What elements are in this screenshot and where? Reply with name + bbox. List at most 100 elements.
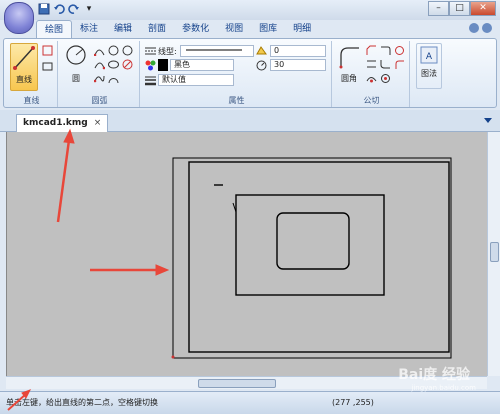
extend-icon[interactable] [366, 59, 377, 70]
color-swatch [158, 59, 168, 71]
horizontal-scroll-thumb[interactable] [198, 379, 276, 388]
help-icon[interactable] [469, 23, 479, 33]
circle-icon [66, 45, 86, 65]
line-group: 直线 直线 [6, 41, 58, 107]
line-group-label: 直线 [23, 96, 40, 105]
arc-icon[interactable] [94, 45, 105, 56]
tab-library[interactable]: 图库 [251, 20, 285, 38]
undo-icon[interactable] [53, 3, 65, 15]
line-button[interactable]: 直线 [10, 43, 38, 91]
tab-parametric[interactable]: 参数化 [174, 20, 217, 38]
trim-icon[interactable] [394, 59, 405, 70]
circle-button[interactable]: 圆 [62, 43, 90, 91]
fillet-button-label: 圆角 [341, 74, 357, 83]
fillet-icon [339, 47, 359, 69]
vertical-scroll-thumb[interactable] [490, 242, 499, 262]
cursor-coordinates: (277 ,255) [332, 398, 374, 407]
chamfer-icon[interactable] [366, 45, 377, 56]
save-icon[interactable] [38, 3, 50, 15]
color-value: 黑色 [174, 60, 190, 69]
solid-line-preview [186, 49, 242, 51]
polyline-icon[interactable] [42, 45, 53, 56]
status-message: 单击左键，给出直线的第二点，空格键切换 [6, 398, 158, 407]
bridge-icon[interactable] [366, 73, 377, 84]
middle-rect [235, 194, 385, 296]
drawing-method-group: A 图法 [412, 41, 448, 107]
line-button-label: 直线 [16, 75, 32, 84]
application-button[interactable] [4, 2, 34, 34]
line-icon [13, 46, 35, 70]
origin-marker [171, 355, 175, 359]
fillet-chain-icon[interactable] [380, 59, 391, 70]
tab-section[interactable]: 剖面 [140, 20, 174, 38]
tab-edit[interactable]: 编辑 [106, 20, 140, 38]
spline-icon[interactable] [94, 73, 105, 84]
watermark-logo: Bai度 经验 [398, 367, 470, 383]
width-input[interactable]: 30 [270, 59, 326, 71]
color-palette-icon [145, 60, 156, 71]
width-value: 30 [274, 60, 285, 69]
ellipse-icon[interactable] [108, 59, 119, 70]
drawing-method-label: 图法 [421, 69, 437, 78]
tab-dropdown-icon[interactable] [484, 118, 492, 124]
maximize-button[interactable]: □ [449, 1, 470, 16]
rounded-rect [276, 212, 350, 270]
close-document-icon[interactable]: × [94, 115, 102, 132]
tab-view[interactable]: 视图 [217, 20, 251, 38]
gauge-icon [256, 60, 267, 71]
drawing-method-button[interactable]: A 图法 [416, 43, 442, 89]
tangent-line-icon[interactable] [380, 45, 391, 56]
properties-group: 线型: 黑色 默认值 0 30 属性 [142, 41, 332, 107]
linetype-icon [145, 47, 156, 55]
quick-access-toolbar: ▾ [38, 3, 95, 17]
tangent-circle-icon[interactable] [394, 45, 405, 56]
ribbon-tabs: 绘图 标注 编辑 剖面 参数化 视图 图库 明细 [36, 20, 319, 38]
document-tabs: kmcad1.kmg × [0, 110, 500, 132]
window-controls: – □ ✕ [428, 1, 496, 16]
properties-group-label: 属性 [228, 96, 245, 105]
arc-group-label: 圆弧 [91, 96, 108, 105]
layer-icon [256, 46, 267, 55]
customize-toolbar-icon[interactable]: ▾ [83, 3, 95, 15]
close-button[interactable]: ✕ [470, 1, 496, 16]
vertical-scrollbar[interactable] [487, 132, 500, 376]
drawing-method-icon: A [420, 46, 438, 64]
redo-icon[interactable] [68, 3, 80, 15]
status-bar: 单击左键，给出直线的第二点，空格键切换 (277 ,255) [0, 391, 500, 414]
color-select[interactable]: 黑色 [170, 59, 234, 71]
offset-icon[interactable] [380, 73, 391, 84]
fillet-button[interactable]: 圆角 [336, 43, 362, 91]
linetype-select[interactable] [180, 45, 254, 57]
fillet-group-label: 公切 [363, 96, 380, 105]
circle-tangent-icon[interactable] [122, 45, 133, 56]
arc-three-point-icon[interactable] [94, 59, 105, 70]
layer-input[interactable]: 0 [270, 45, 326, 57]
linetype-label: 线型: [158, 47, 177, 56]
layer-value: 0 [274, 46, 280, 55]
minimize-button[interactable]: – [428, 1, 449, 16]
drawing-content [171, 157, 452, 359]
circle-small-icon[interactable] [108, 45, 119, 56]
fillet-group: 圆角 公切 [334, 41, 410, 107]
circle-slash-icon[interactable] [122, 59, 133, 70]
arc-group: 圆 圆弧 [60, 41, 140, 107]
tab-draw[interactable]: 绘图 [36, 20, 73, 38]
document-name: kmcad1.kmg [23, 118, 88, 128]
drawing-canvas[interactable] [6, 132, 487, 376]
tab-details[interactable]: 明细 [285, 20, 319, 38]
help-icons [469, 23, 492, 33]
outer-frame-rect [172, 157, 452, 359]
lineweight-icon [145, 76, 156, 86]
default-value: 默认值 [162, 75, 186, 84]
svg-text:A: A [426, 52, 433, 62]
tab-dimension[interactable]: 标注 [72, 20, 106, 38]
ribbon-panel: 直线 直线 圆 圆弧 线型: 黑色 默认值 0 30 属性 圆角 公切 A 图法 [3, 38, 497, 108]
options-icon[interactable] [482, 23, 492, 33]
lineweight-select[interactable]: 默认值 [158, 74, 234, 86]
watermark-url: jingyan.baidu.com [411, 384, 476, 392]
document-tab[interactable]: kmcad1.kmg × [16, 114, 109, 132]
arc-half-icon[interactable] [108, 73, 119, 84]
border-rect [188, 161, 450, 353]
circle-button-label: 圆 [72, 74, 80, 83]
rectangle-icon[interactable] [42, 61, 53, 72]
